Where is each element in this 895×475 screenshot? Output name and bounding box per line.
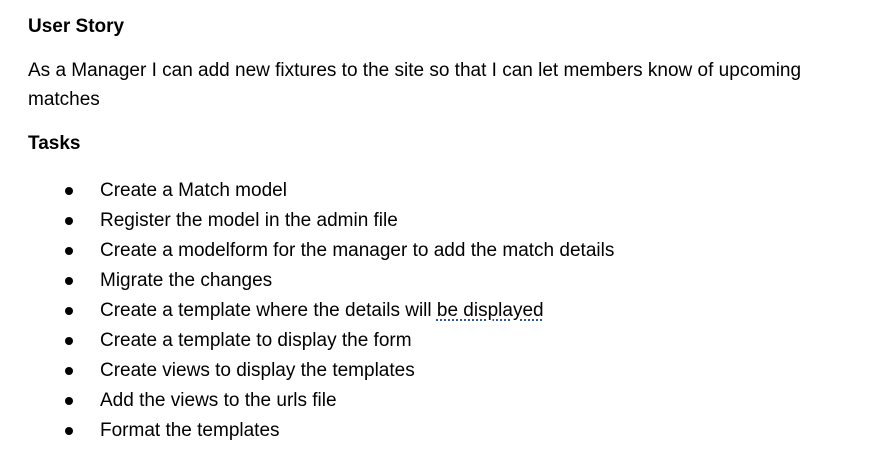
bullet-icon (65, 307, 73, 315)
task-text: Create a Match model (100, 180, 287, 201)
user-story-text[interactable]: As a Manager I can add new fixtures to t… (28, 56, 858, 114)
list-item[interactable]: Create a template where the details will… (28, 296, 878, 326)
task-text: Create views to display the templates (100, 360, 415, 381)
user-story-heading: User Story (28, 16, 125, 37)
tasks-heading: Tasks (28, 133, 81, 154)
bullet-icon (65, 247, 73, 255)
task-text: Create a template where the details will… (100, 300, 544, 321)
bullet-icon (65, 427, 73, 435)
task-text-start: Create a template where the details will (100, 300, 437, 321)
list-item[interactable]: Format the templates (28, 416, 878, 446)
list-item[interactable]: Create views to display the templates (28, 356, 878, 386)
list-item[interactable]: Migrate the changes (28, 266, 878, 296)
bullet-icon (65, 397, 73, 405)
task-text: Register the model in the admin file (100, 210, 398, 231)
bullet-icon (65, 217, 73, 225)
list-item[interactable]: Add the views to the urls file (28, 386, 878, 416)
bullet-icon (65, 187, 73, 195)
list-item[interactable]: Create a modelform for the manager to ad… (28, 236, 878, 266)
task-list: Create a Match model Register the model … (28, 176, 878, 446)
list-item[interactable]: Create a Match model (28, 176, 878, 206)
bullet-icon (65, 367, 73, 375)
task-text: Create a template to display the form (100, 330, 412, 351)
bullet-icon (65, 277, 73, 285)
list-item[interactable]: Register the model in the admin file (28, 206, 878, 236)
task-text: Migrate the changes (100, 270, 273, 291)
task-text: Format the templates (100, 420, 280, 441)
task-text: Create a modelform for the manager to ad… (100, 240, 615, 261)
grammar-flagged-text[interactable]: be displayed (437, 300, 544, 321)
list-item[interactable]: Create a template to display the form (28, 326, 878, 356)
task-text: Add the views to the urls file (100, 390, 337, 411)
bullet-icon (65, 337, 73, 345)
document-body: User Story As a Manager I can add new fi… (28, 13, 878, 446)
